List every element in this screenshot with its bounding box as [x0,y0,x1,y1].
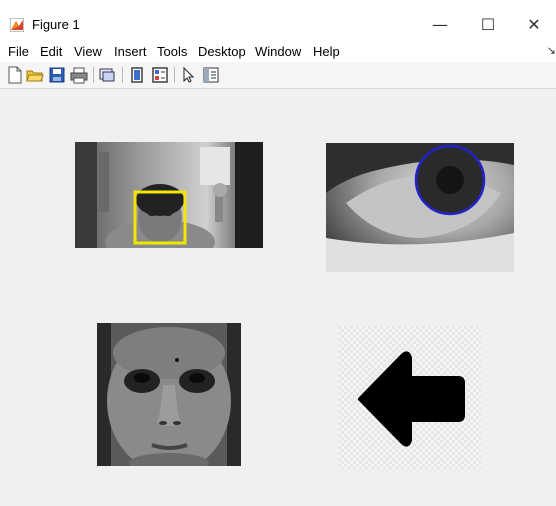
maximize-button[interactable]: ☐ [468,12,508,38]
save-icon[interactable] [48,66,66,84]
dock-arrow-icon[interactable]: ↘ [547,44,556,57]
close-button[interactable]: ✕ [514,12,554,38]
menu-bar: File Edit View Insert Tools Desktop Wind… [0,40,556,62]
toolbar-separator [174,67,175,83]
title-bar: Figure 1 — ☐ ✕ [0,0,556,40]
menu-tools[interactable]: Tools [157,44,187,59]
edit-plot-icon[interactable] [180,66,198,84]
menu-insert[interactable]: Insert [114,44,147,59]
eye-detection-image [326,143,514,272]
link-plot-icon[interactable] [98,66,116,84]
figure-canvas [0,89,556,506]
menu-window[interactable]: Window [255,44,301,59]
open-property-inspector-icon[interactable] [202,66,220,84]
toolbar-separator [93,67,94,83]
cropped-face-image [97,323,241,466]
matlab-figure-icon [10,18,24,32]
menu-help[interactable]: Help [313,44,340,59]
figure-toolbar [0,62,556,89]
print-icon[interactable] [70,66,88,84]
direction-arrow-image [338,326,481,471]
menu-view[interactable]: View [74,44,102,59]
window-title: Figure 1 [32,17,80,32]
new-figure-icon[interactable] [6,66,24,84]
menu-file[interactable]: File [8,44,29,59]
open-file-icon[interactable] [26,66,44,84]
hide-plot-tools-icon[interactable] [128,66,146,84]
minimize-button[interactable]: — [420,12,460,38]
show-plot-tools-icon[interactable] [151,66,169,84]
menu-edit[interactable]: Edit [40,44,62,59]
menu-desktop[interactable]: Desktop [198,44,246,59]
toolbar-separator [122,67,123,83]
face-detection-image [75,142,263,248]
